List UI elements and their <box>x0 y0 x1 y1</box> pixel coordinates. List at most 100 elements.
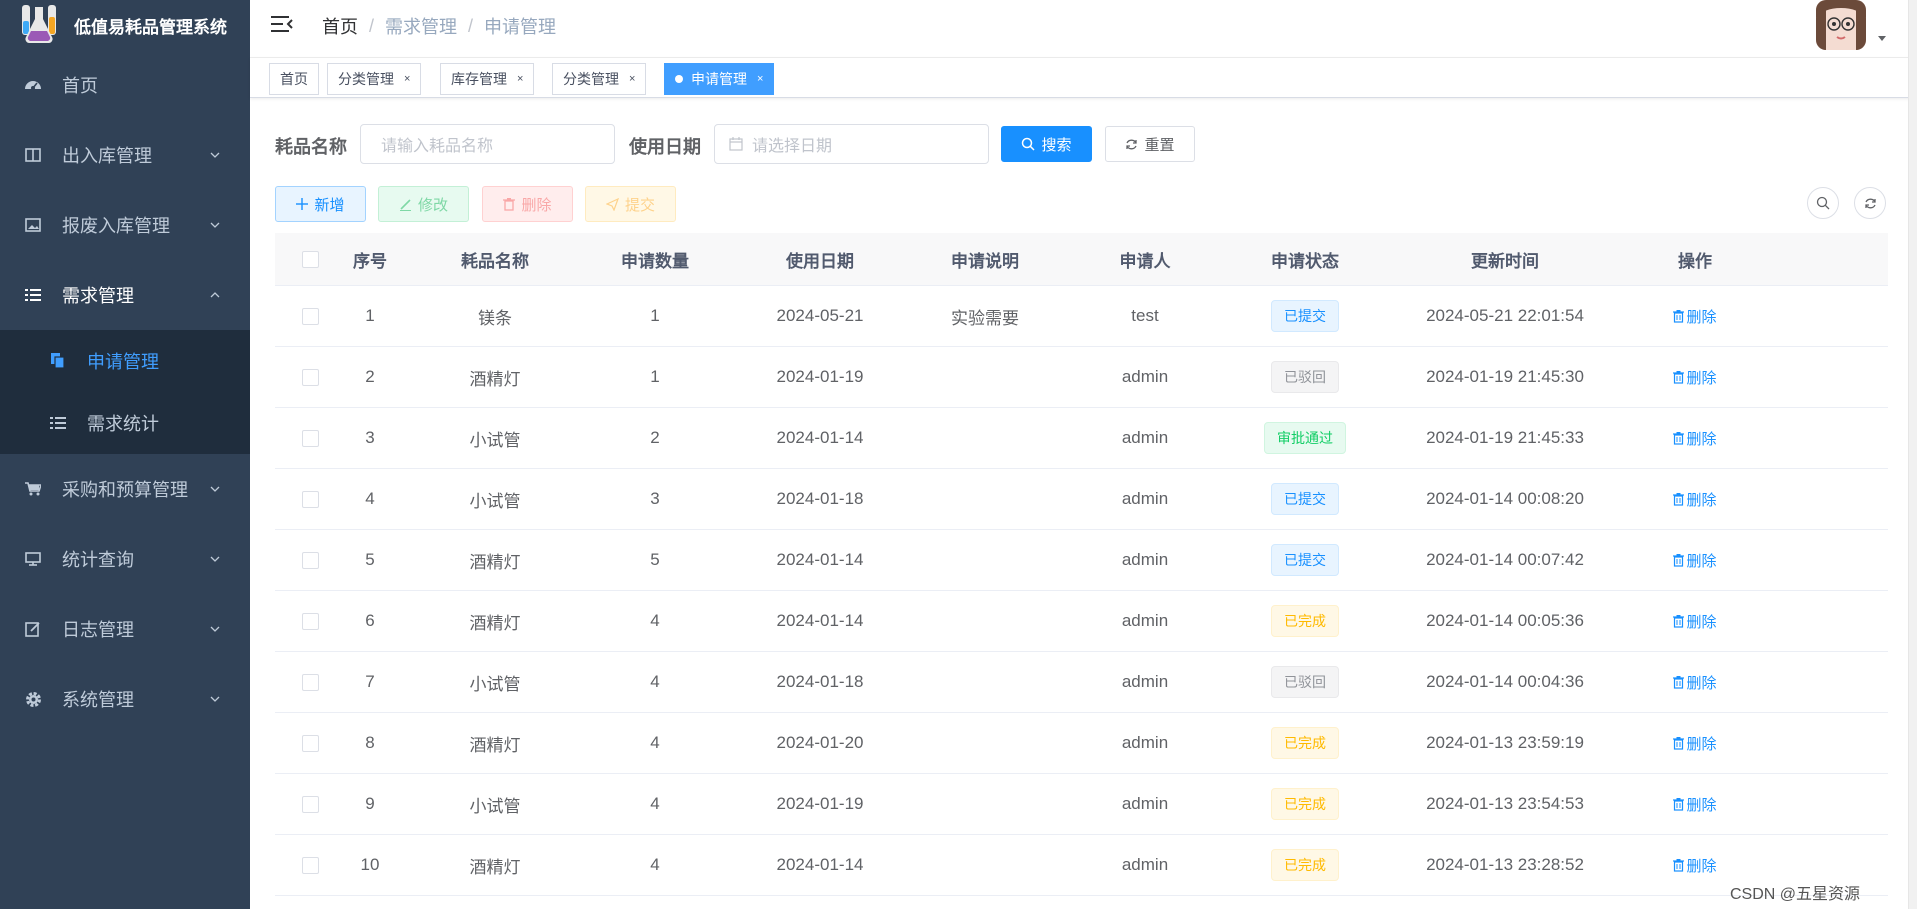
close-icon[interactable]: × <box>517 73 523 85</box>
chevron-down-icon <box>208 620 222 634</box>
status-badge: 已提交 <box>1271 483 1339 515</box>
caret-down-icon[interactable] <box>1878 36 1886 41</box>
avatar[interactable] <box>1816 0 1866 50</box>
cell-note: 实验需要 <box>951 308 1019 328</box>
sidebar-item-scrap[interactable]: 报废入库管理 <box>0 190 250 260</box>
row-checkbox[interactable] <box>301 673 319 691</box>
cell-status: 已完成 <box>1225 774 1385 834</box>
row-checkbox[interactable] <box>301 490 319 508</box>
tag-home[interactable]: 首页 <box>269 63 319 95</box>
row-checkbox[interactable] <box>301 734 319 752</box>
page-scrollbar[interactable] <box>1908 0 1917 909</box>
cell-no: 8 <box>365 733 375 752</box>
tag-label: 库存管理 <box>451 71 507 87</box>
select-all-checkbox[interactable] <box>301 250 319 268</box>
column-header: 申请人 <box>1119 251 1171 271</box>
cell-name: 酒精灯 <box>469 369 521 389</box>
cart-icon <box>24 480 42 498</box>
row-checkbox[interactable] <box>301 795 319 813</box>
row-delete-link[interactable]: 删除 <box>1673 428 1717 449</box>
row-checkbox[interactable] <box>301 612 319 630</box>
sidebar-item-label: 系统管理 <box>62 690 134 710</box>
sidebar-subitem-label: 申请管理 <box>87 352 159 372</box>
row-checkbox[interactable] <box>301 429 319 447</box>
hamburger-icon[interactable] <box>271 14 293 34</box>
sidebar-item-logs[interactable]: 日志管理 <box>0 594 250 664</box>
edit-button[interactable]: 修改 <box>378 186 469 222</box>
cell-date: 2024-01-14 <box>776 611 864 630</box>
cell-updated: 2024-01-14 00:05:36 <box>1426 611 1584 630</box>
sidebar-item-label: 日志管理 <box>62 620 134 640</box>
search-button[interactable]: 搜索 <box>1001 126 1092 162</box>
row-delete-link[interactable]: 删除 <box>1673 611 1717 632</box>
column-header: 序号 <box>353 251 387 271</box>
cell-name: 小试管 <box>469 491 521 511</box>
row-delete-link[interactable]: 删除 <box>1673 733 1717 754</box>
tag-category-2[interactable]: 分类管理 × <box>552 63 647 95</box>
row-checkbox[interactable] <box>301 307 319 325</box>
cell-name: 镁条 <box>478 308 512 328</box>
apply-table: 序号 耗品名称 申请数量 使用日期 申请说明 申请人 申请状态 更新时间 操作 … <box>275 233 1888 896</box>
search-icon <box>1021 137 1036 151</box>
chevron-down-icon <box>208 146 222 160</box>
row-checkbox[interactable] <box>301 368 319 386</box>
cell-note <box>905 713 1065 773</box>
cell-name: 小试管 <box>469 796 521 816</box>
cell-date: 2024-01-18 <box>776 672 864 691</box>
submit-button[interactable]: 提交 <box>585 186 676 222</box>
tag-apply[interactable]: 申请管理 × <box>664 63 775 95</box>
delete-button[interactable]: 删除 <box>482 186 573 222</box>
list-icon <box>24 286 42 304</box>
cell-qty: 1 <box>650 306 660 325</box>
image-icon <box>24 216 42 234</box>
tag-inventory[interactable]: 库存管理 × <box>440 63 535 95</box>
row-delete-link[interactable]: 删除 <box>1673 550 1717 571</box>
row-delete-link[interactable]: 删除 <box>1673 672 1717 693</box>
name-input[interactable]: 请输入耗品名称 <box>360 124 615 164</box>
row-delete-link[interactable]: 删除 <box>1673 794 1717 815</box>
sidebar-item-purchase[interactable]: 采购和预算管理 <box>0 454 250 524</box>
close-icon[interactable]: × <box>629 73 635 85</box>
sidebar-item-home[interactable]: 首页 <box>0 50 250 120</box>
reset-button[interactable]: 重置 <box>1105 126 1195 162</box>
table-row: 2 酒精灯 1 2024-01-19 admin 已驳回 2024-01-19 … <box>275 347 1888 408</box>
cell-updated: 2024-01-19 21:45:33 <box>1426 428 1584 447</box>
cell-user: admin <box>1121 794 1169 813</box>
cell-qty: 4 <box>650 733 660 752</box>
cell-note <box>905 835 1065 895</box>
row-checkbox[interactable] <box>301 551 319 569</box>
edit-button-label: 修改 <box>417 196 448 214</box>
cell-no: 7 <box>365 672 375 691</box>
cell-date: 2024-05-21 <box>776 306 864 325</box>
sidebar-item-demand-stats[interactable]: 需求统计 <box>0 392 250 454</box>
row-delete-link[interactable]: 删除 <box>1673 489 1717 510</box>
row-delete-link[interactable]: 删除 <box>1673 306 1717 327</box>
column-header: 使用日期 <box>786 251 854 271</box>
sidebar-item-stats[interactable]: 统计查询 <box>0 524 250 594</box>
status-badge: 已完成 <box>1271 849 1339 881</box>
cell-updated: 2024-01-13 23:59:19 <box>1426 733 1584 752</box>
breadcrumb-home[interactable]: 首页 <box>322 13 358 39</box>
table-row: 5 酒精灯 5 2024-01-14 admin 已提交 2024-01-14 … <box>275 530 1888 591</box>
column-header: 耗品名称 <box>461 251 529 271</box>
close-icon[interactable]: × <box>404 73 410 85</box>
toggle-search-button[interactable] <box>1807 187 1839 219</box>
row-delete-link[interactable]: 删除 <box>1673 855 1717 876</box>
tag-category[interactable]: 分类管理 × <box>327 63 422 95</box>
delete-button-label: 删除 <box>521 196 552 214</box>
sidebar-item-inout[interactable]: 出入库管理 <box>0 120 250 190</box>
cell-updated: 2024-05-21 22:01:54 <box>1426 306 1584 325</box>
row-delete-link[interactable]: 删除 <box>1673 367 1717 388</box>
close-icon[interactable]: × <box>757 73 763 85</box>
cell-name: 酒精灯 <box>469 857 521 877</box>
sidebar-item-demand[interactable]: 需求管理 <box>0 260 250 330</box>
refresh-button[interactable] <box>1854 187 1886 219</box>
column-header: 更新时间 <box>1471 251 1539 271</box>
cell-note <box>905 774 1065 834</box>
sidebar-item-system[interactable]: 系统管理 <box>0 664 250 734</box>
sidebar-item-apply[interactable]: 申请管理 <box>0 330 250 392</box>
add-button[interactable]: 新增 <box>275 186 366 222</box>
date-picker[interactable]: 请选择日期 <box>714 124 989 164</box>
cell-qty: 3 <box>650 489 660 508</box>
row-checkbox[interactable] <box>301 856 319 874</box>
